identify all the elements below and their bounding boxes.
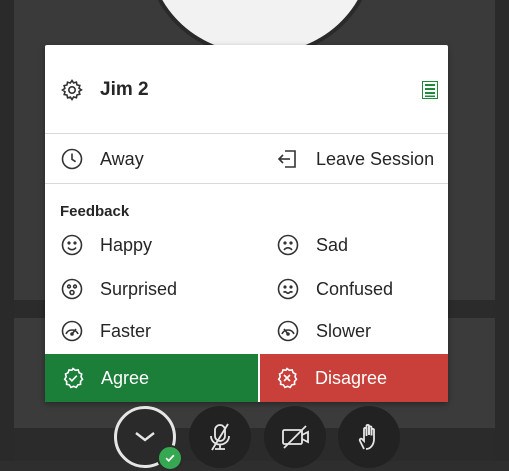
happy-label: Happy: [100, 234, 153, 255]
surprised-icon: [60, 277, 84, 301]
status-check-badge: [157, 445, 183, 471]
faster-label: Faster: [100, 320, 152, 341]
sad-label: Sad: [316, 234, 349, 255]
microphone-button[interactable]: [189, 406, 251, 468]
hand-raise-button[interactable]: [338, 406, 400, 468]
divider: [45, 133, 448, 134]
user-name: Jim 2: [100, 79, 149, 100]
slower-icon: [276, 319, 300, 343]
user-name-row: Jim 2: [60, 78, 149, 102]
faster-icon: [60, 319, 84, 343]
disagree-icon: [275, 366, 299, 390]
confused-button[interactable]: Confused: [276, 277, 393, 301]
slower-button[interactable]: Slower: [276, 319, 371, 343]
user-header: Jim 2: [45, 45, 448, 133]
divider: [45, 183, 448, 184]
hand-raise-icon: [358, 423, 375, 450]
gear-icon[interactable]: [60, 78, 84, 102]
agree-icon: [61, 366, 85, 390]
agree-label: Agree: [101, 367, 150, 388]
slower-label: Slower: [316, 320, 372, 341]
leave-session-label: Leave Session: [316, 148, 435, 169]
leave-icon: [276, 147, 300, 171]
chevron-down-icon: [135, 432, 155, 442]
user-menu-panel: Jim 2 Away Leave Session Feedback Happy …: [45, 45, 448, 402]
faster-button[interactable]: Faster: [60, 319, 151, 343]
camera-off-icon: [282, 425, 309, 449]
leave-session-button[interactable]: Leave Session: [276, 147, 434, 171]
confused-label: Confused: [316, 278, 394, 299]
camera-button[interactable]: [264, 406, 326, 468]
left-edge: [0, 0, 14, 461]
disagree-label: Disagree: [315, 367, 388, 388]
happy-button[interactable]: Happy: [60, 233, 152, 257]
away-button[interactable]: Away: [60, 147, 144, 171]
list-icon[interactable]: [422, 81, 438, 99]
confused-icon: [276, 277, 300, 301]
mic-off-icon: [210, 423, 230, 451]
sad-button[interactable]: Sad: [276, 233, 348, 257]
happy-icon: [60, 233, 84, 257]
agree-button[interactable]: Agree: [45, 354, 258, 402]
right-edge: [495, 0, 509, 461]
clock-icon: [60, 147, 84, 171]
sad-icon: [276, 233, 300, 257]
disagree-button[interactable]: Disagree: [260, 354, 448, 402]
surprised-button[interactable]: Surprised: [60, 277, 177, 301]
surprised-label: Surprised: [100, 278, 178, 299]
feedback-heading: Feedback: [60, 203, 130, 220]
away-label: Away: [100, 148, 144, 169]
check-icon: [165, 454, 175, 462]
